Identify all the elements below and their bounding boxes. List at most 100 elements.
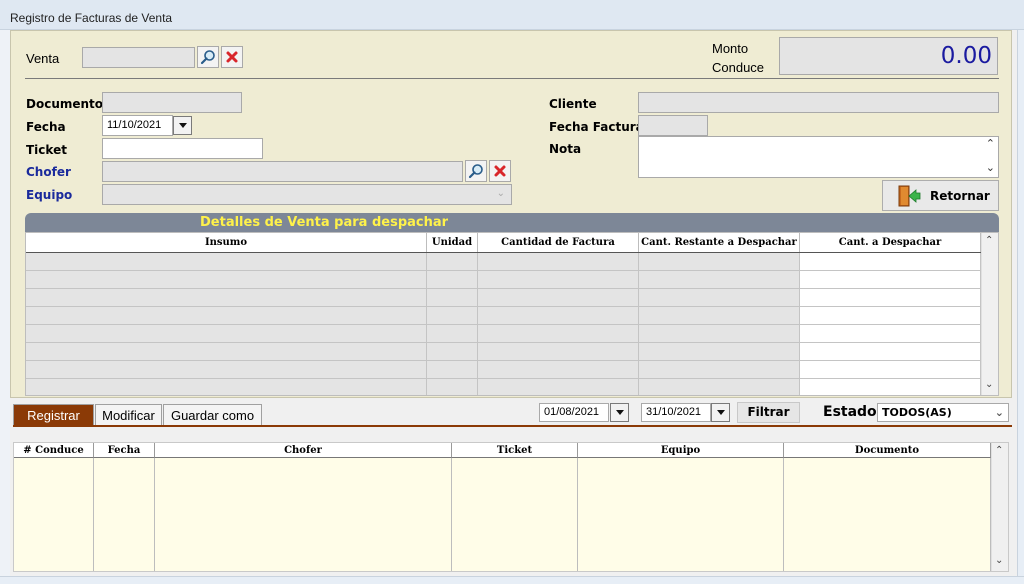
- estado-select[interactable]: TODOS(AS) ⌄: [877, 403, 1009, 422]
- conduce-list[interactable]: # Conduce Fecha Chofer Ticket Equipo Doc…: [13, 442, 1009, 572]
- list-column: [155, 458, 452, 571]
- details-grid[interactable]: Insumo Unidad Cantidad de Factura Cant. …: [25, 232, 999, 396]
- chevron-down-icon: [716, 410, 725, 415]
- fecha-factura-field[interactable]: [638, 115, 708, 136]
- venta-label: Venta: [26, 51, 60, 66]
- chevron-down-icon: [178, 123, 187, 128]
- detail-cell: [639, 325, 800, 343]
- retornar-button[interactable]: Retornar: [882, 180, 999, 211]
- col-cantidad-factura[interactable]: Cantidad de Factura: [478, 233, 639, 252]
- detail-cell[interactable]: [800, 271, 981, 289]
- detail-cell: [26, 271, 427, 289]
- fecha-dropdown-button[interactable]: [173, 116, 192, 135]
- chevron-down-icon[interactable]: ⌄: [985, 379, 993, 390]
- detail-cell: [427, 325, 478, 343]
- list-col-fecha[interactable]: Fecha: [94, 443, 155, 458]
- detail-cell: [639, 307, 800, 325]
- cliente-field[interactable]: [638, 92, 999, 113]
- list-column: [578, 458, 784, 571]
- tab-registrar[interactable]: Registrar: [13, 404, 94, 426]
- detail-cell: [639, 289, 800, 307]
- detail-cell: [427, 253, 478, 271]
- detail-cell[interactable]: [800, 289, 981, 307]
- list-col-documento[interactable]: Documento: [784, 443, 991, 458]
- date-from-input[interactable]: 01/08/2021: [539, 403, 609, 422]
- col-unidad[interactable]: Unidad: [427, 233, 478, 252]
- chofer-search-button[interactable]: [465, 160, 487, 182]
- chofer-clear-button[interactable]: [489, 160, 511, 182]
- detail-cell: [639, 361, 800, 379]
- detail-row[interactable]: [26, 325, 981, 343]
- detail-cell: [478, 271, 639, 289]
- detail-row[interactable]: [26, 379, 981, 395]
- detail-cell[interactable]: [800, 253, 981, 271]
- fecha-factura-label: Fecha Factura: [549, 120, 644, 134]
- window-border-left: [0, 30, 10, 580]
- venta-input[interactable]: [82, 47, 195, 68]
- date-to-input[interactable]: 31/10/2021: [641, 403, 711, 422]
- close-icon: [226, 51, 238, 63]
- nota-textarea[interactable]: ⌃ ⌄: [638, 136, 999, 178]
- tab-modificar[interactable]: Modificar: [95, 404, 162, 426]
- detail-row[interactable]: [26, 271, 981, 289]
- detail-cell: [26, 307, 427, 325]
- retornar-label: Retornar: [930, 189, 990, 203]
- list-col-chofer[interactable]: Chofer: [155, 443, 452, 458]
- date-to-dropdown[interactable]: [711, 403, 730, 422]
- nota-label: Nota: [549, 142, 582, 156]
- chevron-up-icon[interactable]: ⌃: [985, 235, 993, 246]
- magnifier-icon: [200, 50, 215, 65]
- detail-cell: [478, 343, 639, 361]
- scroll-up-icon[interactable]: ⌃: [986, 137, 995, 150]
- chofer-field[interactable]: [102, 161, 463, 182]
- detail-cell[interactable]: [800, 325, 981, 343]
- filtrar-button[interactable]: Filtrar: [737, 402, 800, 423]
- detail-cell[interactable]: [800, 361, 981, 379]
- equipo-select[interactable]: ⌄: [102, 184, 512, 205]
- chevron-down-icon: ⌄: [994, 406, 1004, 419]
- equipo-link[interactable]: Equipo: [26, 188, 72, 202]
- chevron-down-icon[interactable]: ⌄: [995, 555, 1003, 566]
- detail-cell: [427, 271, 478, 289]
- chofer-link[interactable]: Chofer: [26, 165, 71, 179]
- date-from-dropdown[interactable]: [610, 403, 629, 422]
- col-insumo[interactable]: Insumo: [26, 233, 427, 252]
- documento-field[interactable]: [102, 92, 242, 113]
- detail-row[interactable]: [26, 307, 981, 325]
- close-icon: [494, 165, 506, 177]
- exit-door-icon: [898, 185, 921, 207]
- list-col-equipo[interactable]: Equipo: [578, 443, 784, 458]
- ticket-input[interactable]: [102, 138, 263, 159]
- col-cant-restante[interactable]: Cant. Restante a Despachar: [639, 233, 800, 252]
- tab-underline: [13, 425, 1012, 427]
- detail-cell: [478, 361, 639, 379]
- detail-cell[interactable]: [800, 379, 981, 395]
- list-column: [14, 458, 94, 571]
- details-scrollbar[interactable]: ⌃ ⌄: [981, 233, 998, 395]
- detail-cell: [478, 307, 639, 325]
- ticket-label: Ticket: [26, 143, 67, 157]
- list-col-ticket[interactable]: Ticket: [452, 443, 578, 458]
- col-cant-despachar[interactable]: Cant. a Despachar: [800, 233, 981, 252]
- venta-search-button[interactable]: [197, 46, 219, 68]
- detail-cell: [427, 289, 478, 307]
- detail-cell: [427, 361, 478, 379]
- list-scrollbar[interactable]: ⌃ ⌄: [991, 443, 1008, 571]
- detail-cell: [427, 307, 478, 325]
- chevron-up-icon[interactable]: ⌃: [995, 445, 1003, 456]
- tab-guardar-como[interactable]: Guardar como: [163, 404, 262, 426]
- fecha-input[interactable]: 11/10/2021: [102, 115, 173, 136]
- detail-cell[interactable]: [800, 307, 981, 325]
- list-column: [784, 458, 991, 571]
- venta-clear-button[interactable]: [221, 46, 243, 68]
- list-col-conduce[interactable]: # Conduce: [14, 443, 94, 458]
- detail-row[interactable]: [26, 253, 981, 271]
- scroll-down-icon[interactable]: ⌄: [986, 161, 995, 174]
- cliente-label: Cliente: [549, 97, 597, 111]
- list-column: [94, 458, 155, 571]
- detail-row[interactable]: [26, 343, 981, 361]
- documento-label: Documento: [26, 97, 104, 111]
- detail-cell[interactable]: [800, 343, 981, 361]
- detail-row[interactable]: [26, 361, 981, 379]
- detail-row[interactable]: [26, 289, 981, 307]
